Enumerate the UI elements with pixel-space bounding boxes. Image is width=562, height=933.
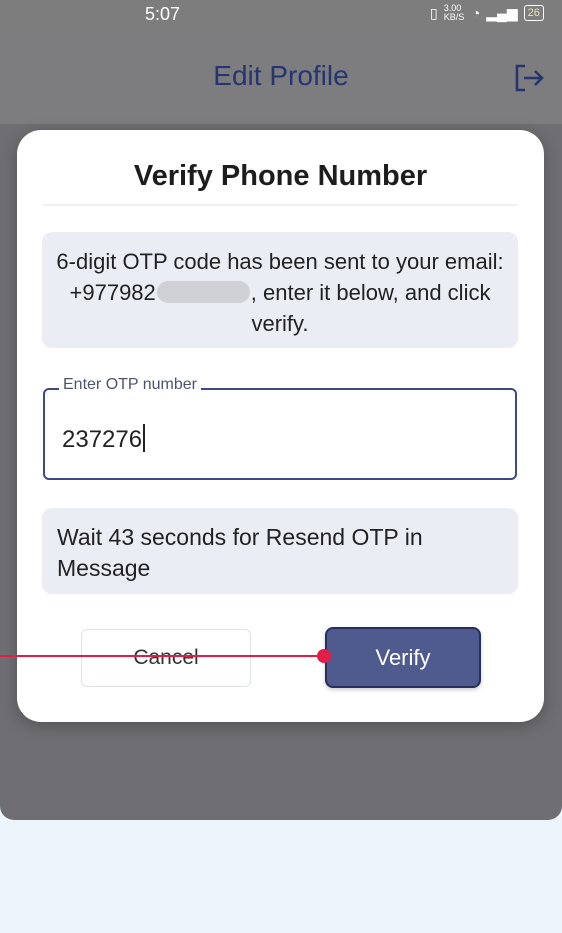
otp-value-text: 237276	[62, 426, 143, 453]
cancel-button[interactable]: Cancel	[81, 629, 251, 687]
verify-phone-dialog: Verify Phone Number 6-digit OTP code has…	[17, 130, 544, 722]
page-title: Edit Profile	[213, 60, 349, 91]
resend-wait-message: Wait 43 seconds for Resend OTP in Messag…	[42, 508, 518, 594]
logout-icon[interactable]	[512, 62, 546, 94]
status-bar: 5:07 ▯ 3.00 KB/S ◔ ▂▄▆ 26	[0, 0, 562, 30]
otp-input[interactable]: Enter OTP number 237276	[43, 376, 517, 480]
otp-info-suffix: , enter it below, and click verify.	[250, 280, 491, 336]
signal-icon: ▂▄▆	[486, 4, 518, 21]
otp-input-label: Enter OTP number	[59, 376, 201, 394]
net-speed: 3.00 KB/S	[443, 3, 465, 22]
annotation-dot	[317, 649, 331, 663]
otp-input-value[interactable]: 237276	[62, 424, 146, 454]
dialog-title: Verify Phone Number	[133, 160, 428, 192]
app-bar: Edit Profile	[0, 30, 562, 124]
wifi-icon: ◔	[471, 5, 481, 21]
otp-info-box: 6-digit OTP code has been sent to your e…	[42, 232, 518, 348]
verify-button[interactable]: Verify	[325, 627, 481, 688]
divider	[43, 204, 518, 206]
annotation-line	[0, 655, 324, 657]
battery-icon: 26	[523, 5, 544, 21]
page-background	[0, 820, 562, 933]
vibrate-icon: ▯	[430, 4, 438, 21]
redacted-number	[156, 281, 250, 303]
status-time: 5:07	[145, 4, 181, 24]
status-icons: ▯ 3.00 KB/S ◔ ▂▄▆ 26	[430, 4, 544, 22]
text-cursor	[143, 424, 146, 452]
